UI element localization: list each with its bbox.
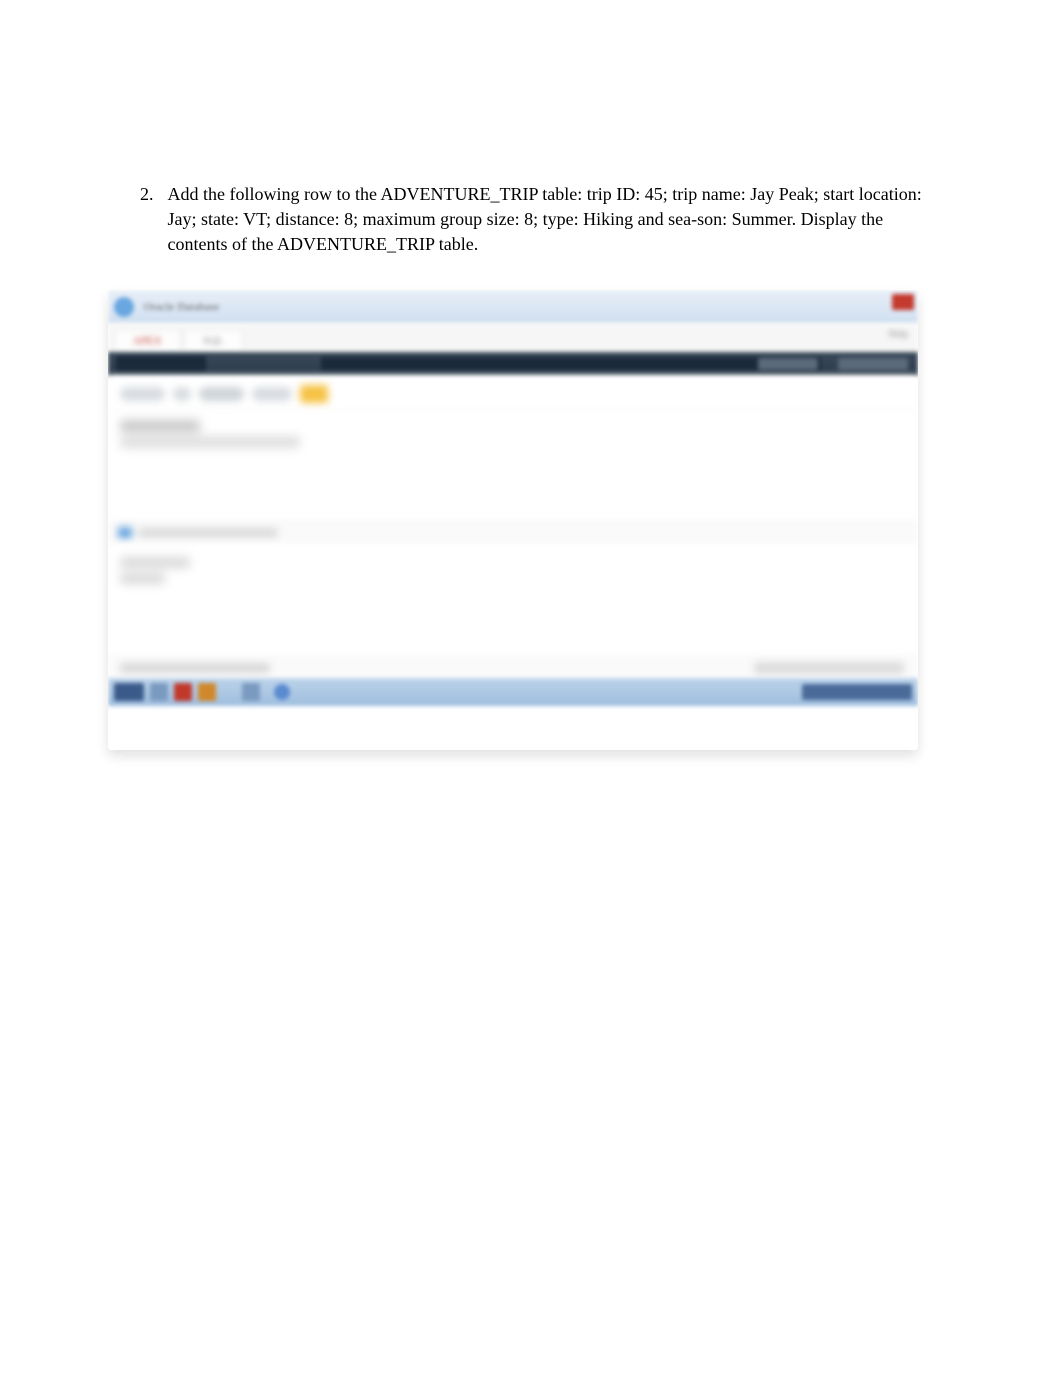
taskbar-icon[interactable] bbox=[198, 683, 216, 701]
result-text bbox=[120, 573, 165, 584]
taskbar-icon[interactable] bbox=[242, 683, 260, 701]
nav-bar bbox=[108, 352, 918, 376]
window-title: Oracle Database bbox=[144, 301, 219, 313]
taskbar-icon[interactable] bbox=[174, 683, 192, 701]
results-panel bbox=[108, 544, 918, 656]
question-text: Add the following row to the ADVENTURE_T… bbox=[168, 182, 931, 258]
status-bar bbox=[108, 656, 918, 678]
nav-segment[interactable] bbox=[116, 356, 206, 372]
results-header bbox=[108, 522, 918, 544]
toolbar bbox=[108, 376, 918, 412]
toolbar-dropdown[interactable] bbox=[199, 387, 244, 401]
tab-inactive[interactable]: SQL bbox=[184, 329, 243, 351]
status-text bbox=[120, 663, 270, 673]
question-block: 2. Add the following row to the ADVENTUR… bbox=[140, 182, 930, 258]
nav-segment[interactable] bbox=[758, 358, 818, 370]
status-right-text bbox=[754, 662, 904, 674]
run-button[interactable] bbox=[300, 385, 328, 403]
nav-segment bbox=[321, 357, 821, 371]
start-button[interactable] bbox=[114, 683, 144, 701]
sql-editor[interactable] bbox=[108, 412, 918, 522]
toolbar-label bbox=[120, 387, 165, 401]
taskbar-icon[interactable] bbox=[274, 684, 290, 700]
code-line bbox=[120, 420, 200, 432]
taskbar-icon[interactable] bbox=[150, 683, 168, 701]
window-titlebar: Oracle Database bbox=[108, 290, 918, 324]
result-text bbox=[120, 557, 190, 568]
toolbar-label bbox=[173, 387, 191, 401]
help-link[interactable]: Help bbox=[889, 329, 908, 340]
question-number: 2. bbox=[140, 182, 154, 258]
results-icon bbox=[118, 527, 132, 539]
results-label bbox=[138, 528, 278, 538]
tab-strip: APEX SQL Help bbox=[108, 324, 918, 352]
nav-segment[interactable] bbox=[838, 358, 908, 370]
app-icon bbox=[114, 297, 134, 317]
code-line bbox=[120, 436, 300, 448]
tab-active[interactable]: APEX bbox=[114, 329, 181, 351]
close-icon[interactable] bbox=[892, 294, 914, 310]
taskbar bbox=[108, 678, 918, 706]
toolbar-label bbox=[252, 387, 292, 401]
system-tray[interactable] bbox=[802, 684, 912, 700]
screenshot-thumbnail: Oracle Database APEX SQL Help bbox=[108, 290, 918, 750]
